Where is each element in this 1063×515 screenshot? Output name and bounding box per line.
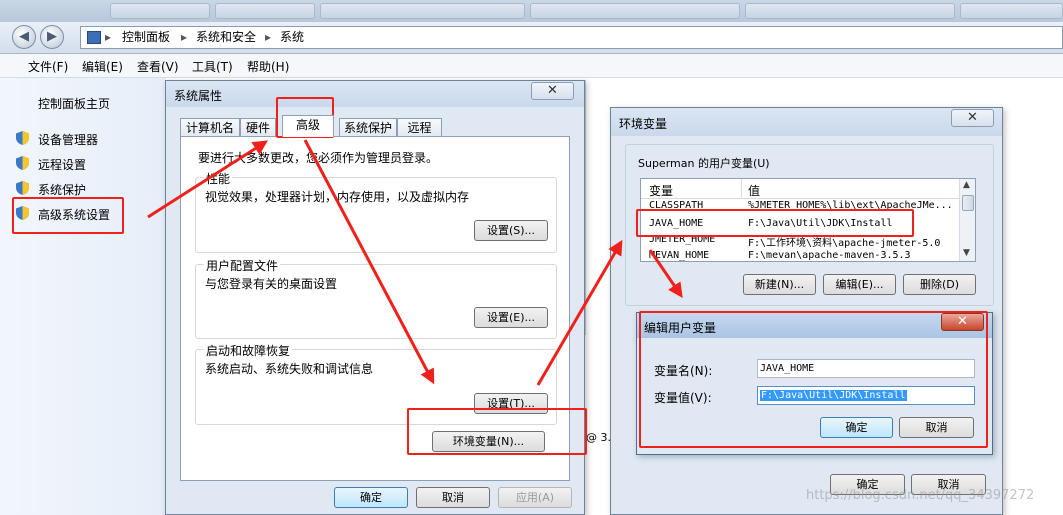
- tab-advanced[interactable]: 高级: [282, 115, 334, 137]
- arrow-to-edit-dialog: [648, 249, 683, 298]
- arrow-to-env-button: [303, 139, 435, 385]
- annotation-arrows: [147, 139, 683, 386]
- arrow-to-advanced-tab: [147, 140, 269, 219]
- arrow-to-java-home-row: [536, 239, 623, 386]
